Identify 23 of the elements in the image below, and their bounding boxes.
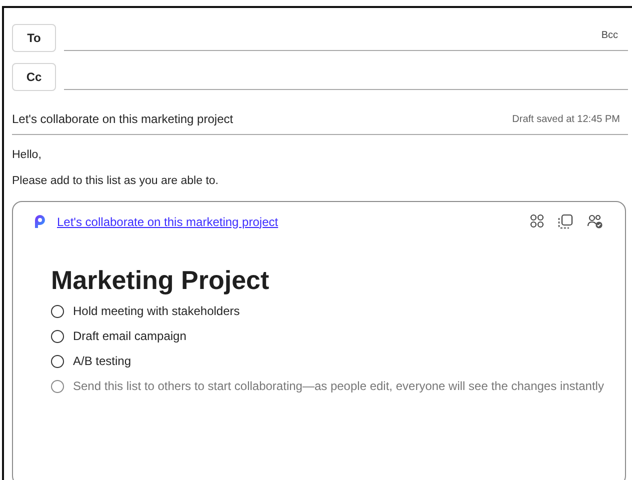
task-checkbox[interactable] [51,355,64,368]
placeholder-text[interactable]: Send this list to others to start collaborating—as people edit, everyone will see the changes instantly [73,376,604,396]
copy-icon[interactable] [558,214,573,229]
loop-link[interactable]: Let's collaborate on this marketing project [57,214,520,228]
task-checkbox[interactable] [51,330,64,343]
task-checkbox[interactable] [51,380,64,393]
loop-logo-icon [33,214,47,228]
recipient-button[interactable]: To [12,24,56,52]
recipient-button[interactable]: Cc [12,62,56,90]
subject-text: Let's collaborate on this marketing project [12,112,234,126]
subject-field[interactable]: Let's collaborate on this marketing project Draft saved at 12:45 PM [12,104,628,135]
body-text: Hello, [12,149,42,161]
task-checkbox[interactable] [51,305,64,318]
task-text: Draft email campaign [73,328,186,345]
apps-icon[interactable] [530,214,544,228]
recipient-field[interactable]: Bcc [64,20,628,51]
body-text: Please add to this list as you are able to. [12,175,220,187]
task-text: Hold meeting with stakeholders [73,303,240,320]
draft-status: Draft saved at 12:45 PM [512,114,620,124]
card-title: Marketing Project [51,265,270,296]
people-icon[interactable] [587,214,603,229]
bcc-link[interactable]: Bcc [601,30,618,40]
task-text: A/B testing [73,353,132,370]
